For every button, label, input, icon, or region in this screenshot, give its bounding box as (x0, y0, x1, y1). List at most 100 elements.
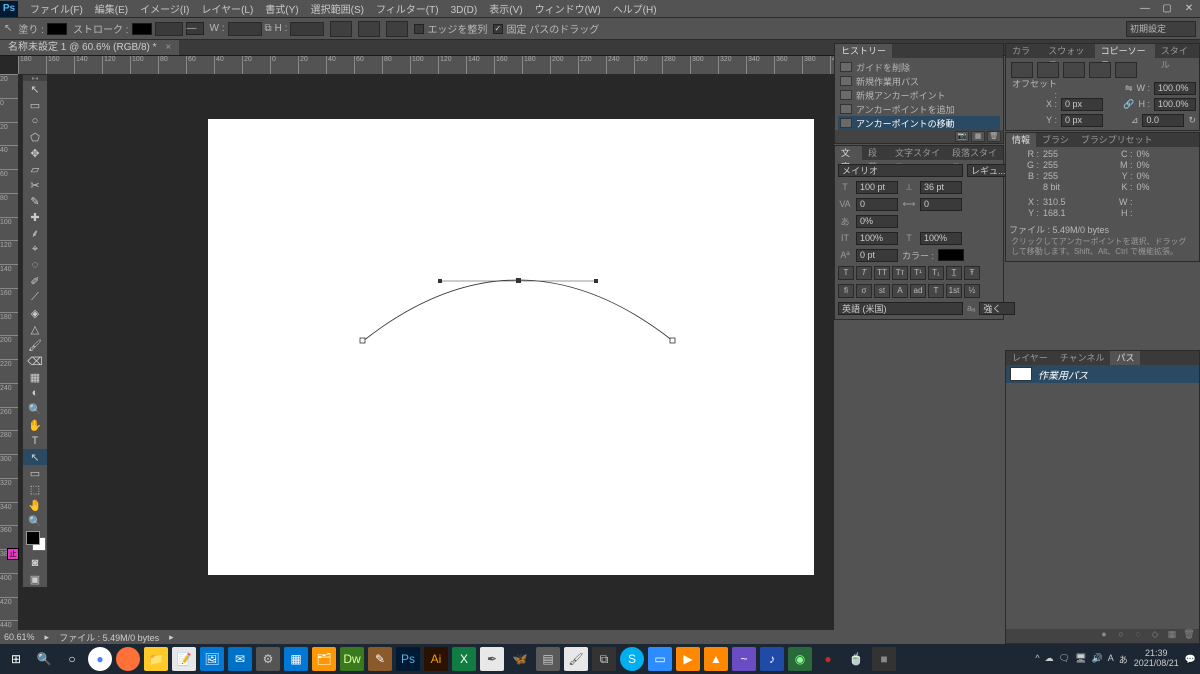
notification-icon[interactable]: 💬 (1185, 654, 1196, 665)
strike-button[interactable]: Ŧ (964, 266, 980, 280)
new-path-icon[interactable]: ▦ (1165, 629, 1179, 640)
tool-0[interactable]: ↖ (23, 81, 47, 97)
text-color-swatch[interactable] (938, 249, 964, 261)
foreground-color[interactable] (26, 531, 40, 545)
vscale-input[interactable] (856, 232, 898, 245)
antialias-dropdown[interactable] (979, 302, 1015, 315)
font-family-dropdown[interactable] (838, 164, 963, 177)
screenmode-toggle[interactable]: ▣ (23, 571, 47, 587)
menu-F[interactable]: ファイル(F) (24, 5, 89, 16)
taskbar-app-23[interactable]: ▭ (648, 647, 672, 671)
path-arrange-button[interactable] (386, 21, 408, 37)
canvas[interactable] (208, 119, 814, 575)
tool-22[interactable]: T (23, 433, 47, 449)
clock[interactable]: 21:39 2021/08/21 (1134, 649, 1179, 669)
minimize-button[interactable]: — (1134, 1, 1156, 17)
smallcaps-button[interactable]: Tᴛ (892, 266, 908, 280)
zoom-level[interactable]: 60.61% (4, 632, 35, 642)
menu-H[interactable]: ヘルプ(H) (607, 5, 663, 16)
workspace-dropdown[interactable]: 初期設定 (1126, 21, 1196, 37)
tool-16[interactable]: 🖌 (23, 337, 47, 353)
delete-path-icon[interactable]: 🗑 (1182, 629, 1196, 640)
tool-18[interactable]: ▦ (23, 369, 47, 385)
menu-I[interactable]: イメージ(I) (134, 5, 195, 16)
taskbar-app-29[interactable]: ● (816, 647, 840, 671)
transform-x-input[interactable] (1061, 98, 1103, 111)
history-new-icon[interactable]: ▦ (971, 131, 985, 142)
transform-y-input[interactable] (1061, 114, 1103, 127)
tool-10[interactable]: ⌖ (23, 241, 47, 257)
reset-transform-icon[interactable]: ↻ (1188, 115, 1196, 126)
superscript-button[interactable]: T¹ (910, 266, 926, 280)
tray-icon-5[interactable]: A (1108, 653, 1114, 666)
tool-20[interactable]: 🔍 (23, 401, 47, 417)
taskbar-app-24[interactable]: ▶ (676, 647, 700, 671)
load-path-icon[interactable]: ◌ (1131, 629, 1145, 640)
menu-W[interactable]: ウィンドウ(W) (529, 5, 607, 16)
tool-2[interactable]: ○ (23, 113, 47, 129)
tsume-input[interactable] (856, 215, 898, 228)
quickmask-toggle[interactable]: ◙ (23, 555, 47, 571)
tool-17[interactable]: ⌫ (23, 353, 47, 369)
height-input[interactable] (290, 22, 324, 36)
char-tab-0[interactable]: 文字 (835, 146, 862, 160)
taskbar-app-28[interactable]: ◉ (788, 647, 812, 671)
history-item[interactable]: ガイドを削除 (838, 60, 1000, 74)
taskbar-app-21[interactable]: ⧉ (592, 647, 616, 671)
close-button[interactable]: ✕ (1178, 1, 1200, 17)
menu-L[interactable]: レイヤー(L) (195, 5, 259, 16)
menu-Y[interactable]: 書式(Y) (259, 5, 304, 16)
taskbar-app-12[interactable]: Dw (340, 647, 364, 671)
taskbar-app-31[interactable]: ■ (872, 647, 896, 671)
paths-tab-1[interactable]: チャンネル (1054, 351, 1111, 365)
stroke-style-dropdown[interactable]: — (186, 22, 204, 35)
taskbar-app-14[interactable]: Ps (396, 647, 420, 671)
kerning-input[interactable] (856, 198, 898, 211)
info-tab-2[interactable]: ブラシプリセット (1075, 133, 1159, 147)
tool-4[interactable]: ✥ (23, 145, 47, 161)
clone-source-5[interactable] (1115, 62, 1137, 78)
clone-source-4[interactable] (1089, 62, 1111, 78)
info-tab-1[interactable]: ブラシ (1036, 133, 1075, 147)
stroke-path-icon[interactable]: ○ (1114, 629, 1128, 640)
constrain-path-check[interactable]: 固定 パスのドラッグ (493, 21, 599, 36)
taskbar-app-10[interactable]: ▦ (284, 647, 308, 671)
underline-button[interactable]: T̲ (946, 266, 962, 280)
menu-DD[interactable]: 3D(D) (445, 5, 484, 16)
taskbar-app-13[interactable]: ✎ (368, 647, 392, 671)
taskbar-app-15[interactable]: Ai (424, 647, 448, 671)
history-item[interactable]: アンカーポイントを追加 (838, 102, 1000, 116)
font-size-input[interactable] (856, 181, 898, 194)
taskbar-app-3[interactable]: ● (88, 647, 112, 671)
path-curve[interactable] (208, 119, 814, 575)
tool-24[interactable]: ▭ (23, 465, 47, 481)
taskbar-app-5[interactable]: 📁 (144, 647, 168, 671)
taskbar-app-18[interactable]: 🦋 (508, 647, 532, 671)
taskbar-app-20[interactable]: 🖌 (564, 647, 588, 671)
tool-21[interactable]: ✋ (23, 417, 47, 433)
taskbar-app-2[interactable]: ○ (60, 647, 84, 671)
width-input[interactable] (228, 22, 262, 36)
stroke-width-input[interactable] (155, 22, 183, 36)
taskbar-app-0[interactable]: ⊞ (4, 647, 28, 671)
language-dropdown[interactable] (838, 302, 963, 315)
taskbar-app-7[interactable]: 🖼 (200, 647, 224, 671)
fill-path-icon[interactable]: ● (1097, 629, 1111, 640)
char-tab-2[interactable]: 文字スタイル (889, 146, 946, 160)
maximize-button[interactable]: ▢ (1156, 1, 1178, 17)
right-tab-3[interactable]: スタイル (1155, 44, 1199, 58)
transform-angle-input[interactable] (1142, 114, 1184, 127)
italic-button[interactable]: T (856, 266, 872, 280)
align-edges-check[interactable]: エッジを整列 (414, 21, 487, 36)
taskbar-app-4[interactable] (116, 647, 140, 671)
path-ops-button[interactable] (330, 21, 352, 37)
close-tab-icon[interactable]: × (165, 42, 171, 53)
history-item[interactable]: 新規アンカーポイント (838, 88, 1000, 102)
link-icon[interactable]: 🔗 (1123, 99, 1134, 110)
tray-icon-3[interactable]: 🖥 (1075, 653, 1086, 666)
menu-T[interactable]: フィルター(T) (370, 5, 445, 16)
hscale-input[interactable] (920, 232, 962, 245)
char-tab-1[interactable]: 段落 (862, 146, 889, 160)
menu-V[interactable]: 表示(V) (483, 5, 528, 16)
tool-13[interactable]: ⟋ (23, 289, 47, 305)
